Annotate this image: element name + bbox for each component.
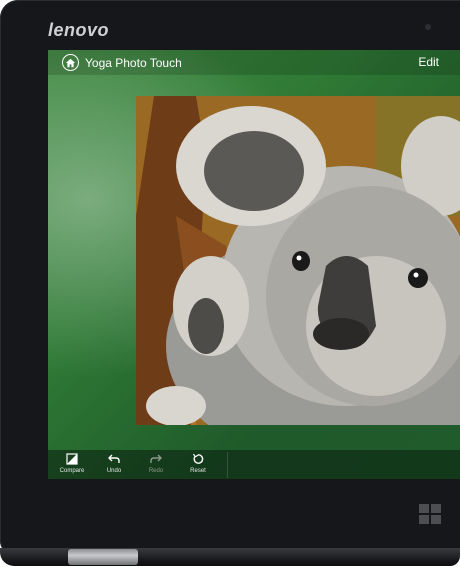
undo-label: Undo [106, 468, 122, 474]
compare-icon [66, 453, 78, 465]
redo-label: Redo [148, 468, 164, 474]
reset-label: Reset [190, 468, 206, 474]
app-screen: Yoga Photo Touch Edit Compare Undo Redo … [48, 50, 460, 479]
lenovo-logo: lenovo [48, 20, 110, 40]
windows-logo-icon[interactable] [418, 503, 442, 525]
koala-photo [136, 96, 460, 425]
toolbar-divider [227, 452, 228, 478]
home-button[interactable] [62, 54, 79, 71]
title-bar: Yoga Photo Touch Edit [48, 50, 460, 75]
compare-button[interactable]: Compare [51, 450, 93, 479]
app-title: Yoga Photo Touch [85, 55, 182, 70]
camera-icon [425, 24, 431, 30]
redo-button[interactable]: Redo [135, 450, 177, 479]
edit-button[interactable]: Edit [418, 55, 439, 69]
home-icon [65, 58, 76, 67]
hinge-knob [68, 549, 138, 565]
edit-toolbar: Compare Undo Redo Reset [48, 450, 460, 479]
undo-button[interactable]: Undo [93, 450, 135, 479]
compare-label: Compare [59, 468, 85, 474]
redo-icon [150, 454, 162, 463]
reset-icon [192, 453, 204, 464]
undo-icon [108, 454, 120, 463]
reset-button[interactable]: Reset [177, 450, 219, 479]
photo-canvas[interactable] [136, 96, 460, 425]
